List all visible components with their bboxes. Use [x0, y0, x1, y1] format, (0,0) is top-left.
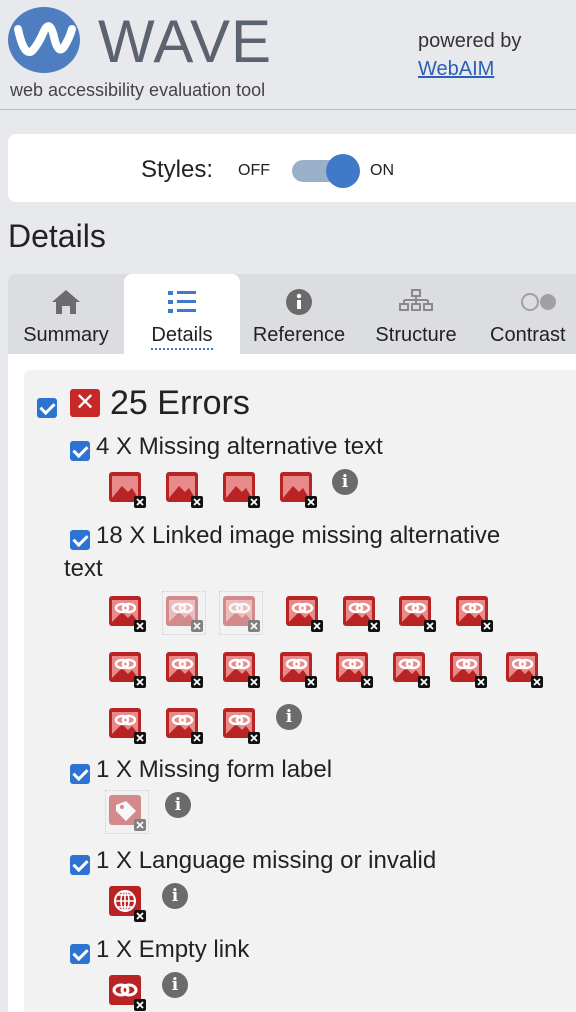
tab-label-text: Details [151, 324, 213, 350]
category-checkbox-form-label[interactable] [70, 764, 90, 784]
errors-panel [24, 370, 576, 1012]
linked-image-icon[interactable] [162, 591, 206, 635]
missing-alt-image-icon[interactable] [279, 470, 317, 508]
tab-label: Structure [375, 324, 457, 346]
linked-image-icon[interactable] [398, 594, 436, 632]
styles-on-label: ON [370, 162, 394, 179]
info-icon [240, 288, 358, 316]
section-title: Details [8, 218, 106, 254]
missing-alt-image-icon[interactable] [108, 470, 146, 508]
category-checkbox-empty-link[interactable] [70, 944, 90, 964]
wave-logo-icon [8, 7, 80, 73]
home-icon [8, 288, 124, 316]
category-label-wrap: text [64, 555, 103, 582]
linked-image-icon[interactable] [285, 594, 323, 632]
missing-alt-image-icon[interactable] [222, 470, 260, 508]
info-icon[interactable]: i [162, 972, 188, 998]
linked-image-icon[interactable] [165, 650, 203, 688]
errors-checkbox[interactable] [37, 398, 57, 418]
info-icon[interactable]: i [332, 469, 358, 495]
linked-image-icon[interactable] [222, 650, 260, 688]
linked-image-icon[interactable] [108, 650, 146, 688]
category-checkbox-linked-image[interactable] [70, 530, 90, 550]
linked-image-icon[interactable] [392, 650, 430, 688]
structure-icon [358, 288, 474, 316]
styles-bar: Styles: OFF ON [8, 134, 576, 202]
linked-image-icon[interactable] [455, 594, 493, 632]
tab-details[interactable]: Details [124, 274, 240, 354]
header: WAVE web accessibility evaluation tool p… [0, 0, 576, 110]
styles-toggle-knob[interactable] [326, 154, 360, 188]
missing-alt-image-icon[interactable] [165, 470, 203, 508]
tab-structure[interactable]: Structure [358, 274, 474, 354]
category-label: 1 X Empty link [96, 936, 250, 963]
category-label: 4 X Missing alternative text [96, 433, 383, 460]
linked-image-icon[interactable] [219, 591, 263, 635]
form-label-icon[interactable] [105, 790, 149, 834]
linked-image-icon[interactable] [222, 706, 260, 744]
language-icon[interactable] [108, 884, 146, 922]
logo-text: WAVE [98, 8, 273, 75]
styles-off-label: OFF [238, 162, 270, 179]
tab-label: Details [124, 324, 240, 350]
linked-image-icon[interactable] [505, 650, 543, 688]
tab-label: Contrast [490, 324, 566, 346]
error-x-icon: ✕ [70, 389, 100, 417]
linked-image-icon[interactable] [165, 706, 203, 744]
tagline: web accessibility evaluation tool [10, 80, 266, 100]
linked-image-icon[interactable] [342, 594, 380, 632]
errors-title: 25 Errors [110, 384, 250, 422]
linked-image-icon[interactable] [108, 594, 146, 632]
info-icon[interactable]: i [162, 883, 188, 909]
category-label: 18 X Linked image missing alternative [96, 522, 501, 549]
category-label: 1 X Language missing or invalid [96, 847, 437, 874]
contrast-icon [474, 288, 576, 316]
tab-reference[interactable]: Reference [240, 274, 358, 354]
empty-link-icon[interactable] [108, 973, 146, 1011]
styles-label: Styles: [141, 156, 214, 183]
linked-image-icon[interactable] [335, 650, 373, 688]
webaim-link[interactable]: WebAIM [418, 58, 494, 81]
list-icon [124, 288, 240, 316]
tab-label: Reference [252, 324, 346, 346]
tab-label: Summary [23, 324, 109, 346]
info-icon[interactable]: i [276, 704, 302, 730]
linked-image-icon[interactable] [108, 706, 146, 744]
tab-contrast[interactable]: Contrast [474, 274, 576, 354]
info-icon[interactable]: i [165, 792, 191, 818]
category-checkbox-missing-alt[interactable] [70, 441, 90, 461]
powered-by-text: powered by [418, 30, 522, 52]
tab-summary[interactable]: Summary [8, 274, 124, 354]
tab-bar: Summary Details Reference Structure Cont… [8, 274, 576, 354]
category-checkbox-language[interactable] [70, 855, 90, 875]
category-label: 1 X Missing form label [96, 756, 333, 783]
linked-image-icon[interactable] [279, 650, 317, 688]
linked-image-icon[interactable] [449, 650, 487, 688]
